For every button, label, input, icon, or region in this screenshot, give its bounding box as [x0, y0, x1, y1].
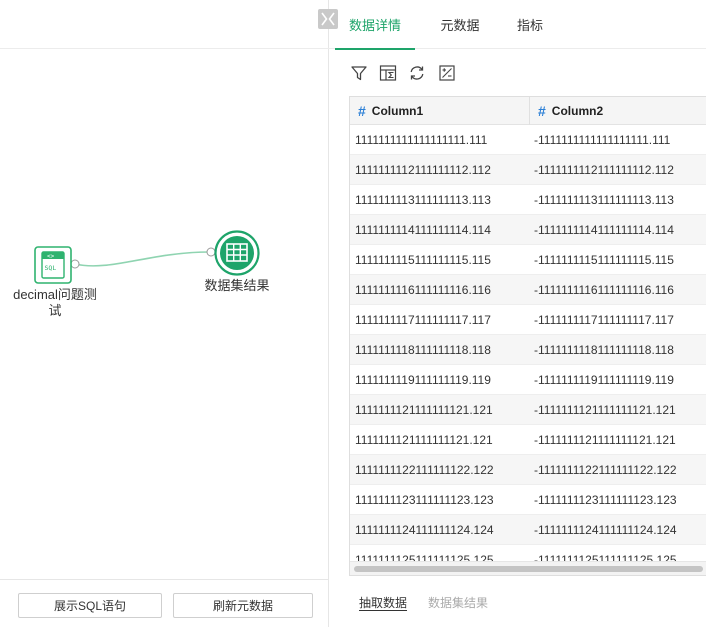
table-cell: -1111111115111111115.115 — [534, 253, 674, 267]
tab-metadata[interactable]: 元数据 — [427, 0, 493, 49]
table-row[interactable]: 1111111123111111123.123 -1111111123111111… — [350, 485, 706, 515]
column-name: Column2 — [551, 104, 604, 118]
refresh-icon[interactable] — [406, 62, 428, 84]
table-cell: -1111111111111111111.111 — [534, 133, 671, 147]
flow-topbar — [0, 0, 329, 49]
result-node[interactable] — [214, 230, 260, 276]
table-cell: 1111111125111111125.125 — [355, 553, 494, 561]
table-cell: -1111111113111111113.113 — [534, 193, 674, 207]
collapse-panel-button[interactable] — [318, 9, 338, 29]
table-cell: -1111111114111111114.114 — [534, 223, 674, 237]
data-table[interactable]: # Column1 # Column2 1111111111111111111.… — [349, 96, 706, 576]
tab-data-details[interactable]: 数据详情 — [335, 0, 415, 50]
table-row[interactable]: 1111111118111111118.118 -1111111118111111… — [350, 335, 706, 365]
column-name: Column1 — [371, 104, 424, 118]
column-header-2[interactable]: # Column2 — [538, 97, 603, 125]
scrollbar-thumb[interactable] — [354, 566, 703, 572]
column-divider[interactable] — [529, 97, 530, 125]
collapse-arrows-icon — [321, 12, 335, 26]
tab-dataset-result[interactable]: 数据集结果 — [428, 594, 488, 611]
table-cell: -1111111121111111121.121 — [534, 433, 676, 447]
flow-footer: 展示SQL语句 刷新元数据 — [0, 579, 328, 627]
result-node-label: 数据集结果 — [204, 278, 270, 293]
flow-connector-line — [74, 251, 211, 267]
table-cell: 1111111122111111122.122 — [355, 463, 494, 477]
table-cell: -1111111123111111123.123 — [534, 493, 677, 507]
table-row[interactable]: 1111111125111111125.125 -1111111125111111… — [350, 545, 706, 561]
table-row[interactable]: 1111111116111111116.116 -1111111116111111… — [350, 275, 706, 305]
svg-text:SQL: SQL — [45, 264, 57, 272]
table-row[interactable]: 1111111124111111124.124 -1111111124111111… — [350, 515, 706, 545]
table-cell: -1111111116111111116.116 — [534, 283, 674, 297]
table-cell: 1111111123111111123.123 — [355, 493, 494, 507]
table-cell: 1111111121111111121.121 — [355, 433, 493, 447]
svg-text:<>: <> — [47, 253, 55, 260]
table-row[interactable]: 1111111114111111114.114 -1111111114111111… — [350, 215, 706, 245]
table-row[interactable]: 1111111122111111122.122 -1111111122111111… — [350, 455, 706, 485]
table-cell: 1111111112111111112.112 — [355, 163, 491, 177]
table-cell: 1111111115111111115.115 — [355, 253, 491, 267]
table-row[interactable]: 1111111113111111113.113 -1111111113111111… — [350, 185, 706, 215]
table-cell: -1111111117111111117.117 — [534, 313, 674, 327]
horizontal-scrollbar[interactable] — [350, 561, 706, 575]
table-node-icon — [214, 230, 260, 276]
flow-canvas[interactable]: <> SQL decimal问题测试 数据集结果 — [0, 50, 328, 578]
filter-icon[interactable] — [348, 62, 370, 84]
table-cell: -1111111125111111125.125 — [534, 553, 677, 561]
numeric-type-icon: # — [358, 103, 366, 119]
sql-node-output-port — [70, 259, 80, 269]
table-cell: 1111111111111111111.111 — [355, 133, 488, 147]
table-cell: -1111111122111111122.122 — [534, 463, 677, 477]
table-row[interactable]: 1111111121111111121.121 -1111111121111111… — [350, 395, 706, 425]
table-cell: 1111111121111111121.121 — [355, 403, 493, 417]
table-cell: 1111111119111111119.119 — [355, 373, 491, 387]
detail-tabs: 数据详情 元数据 指标 — [329, 0, 706, 50]
table-cell: -1111111112111111112.112 — [534, 163, 674, 177]
table-cell: -1111111119111111119.119 — [534, 373, 674, 387]
sql-node-icon: <> SQL — [34, 246, 72, 284]
table-cell: -1111111118111111118.118 — [534, 343, 674, 357]
table-cell: 1111111114111111114.114 — [355, 223, 491, 237]
show-sql-button[interactable]: 展示SQL语句 — [18, 593, 162, 618]
table-cell: 1111111124111111124.124 — [355, 523, 494, 537]
calculate-icon[interactable] — [436, 62, 458, 84]
tab-extract-data[interactable]: 抽取数据 — [359, 594, 407, 611]
sql-node-label: decimal问题测试 — [13, 287, 97, 318]
column-header-1[interactable]: # Column1 — [358, 97, 423, 125]
table-cell: 1111111116111111116.116 — [355, 283, 491, 297]
tab-metrics[interactable]: 指标 — [507, 0, 553, 49]
table-row[interactable]: 1111111117111111117.117 -1111111117111111… — [350, 305, 706, 335]
table-row[interactable]: 1111111119111111119.119 -1111111119111111… — [350, 365, 706, 395]
table-cell: -1111111121111111121.121 — [534, 403, 676, 417]
formula-column-icon[interactable] — [377, 62, 399, 84]
table-body: 1111111111111111111.111 -1111111111111111… — [350, 125, 706, 561]
table-row[interactable]: 1111111112111111112.112 -1111111112111111… — [350, 155, 706, 185]
flow-panel: <> SQL decimal问题测试 数据集结果 展示SQL语句 刷新元数据 — [0, 0, 329, 627]
table-header: # Column1 # Column2 — [350, 97, 706, 125]
detail-panel: 数据详情 元数据 指标 # Column1 # Column2 11111111… — [329, 0, 706, 627]
table-cell: 1111111117111111117.117 — [355, 313, 491, 327]
table-cell: -1111111124111111124.124 — [534, 523, 677, 537]
refresh-metadata-button[interactable]: 刷新元数据 — [173, 593, 313, 618]
numeric-type-icon: # — [538, 103, 546, 119]
sql-node[interactable]: <> SQL — [34, 246, 72, 284]
table-cell: 1111111113111111113.113 — [355, 193, 491, 207]
table-row[interactable]: 1111111115111111115.115 -1111111115111111… — [350, 245, 706, 275]
table-row[interactable]: 1111111111111111111.111 -1111111111111111… — [350, 125, 706, 155]
table-cell: 1111111118111111118.118 — [355, 343, 491, 357]
table-row[interactable]: 1111111121111111121.121 -1111111121111111… — [350, 425, 706, 455]
